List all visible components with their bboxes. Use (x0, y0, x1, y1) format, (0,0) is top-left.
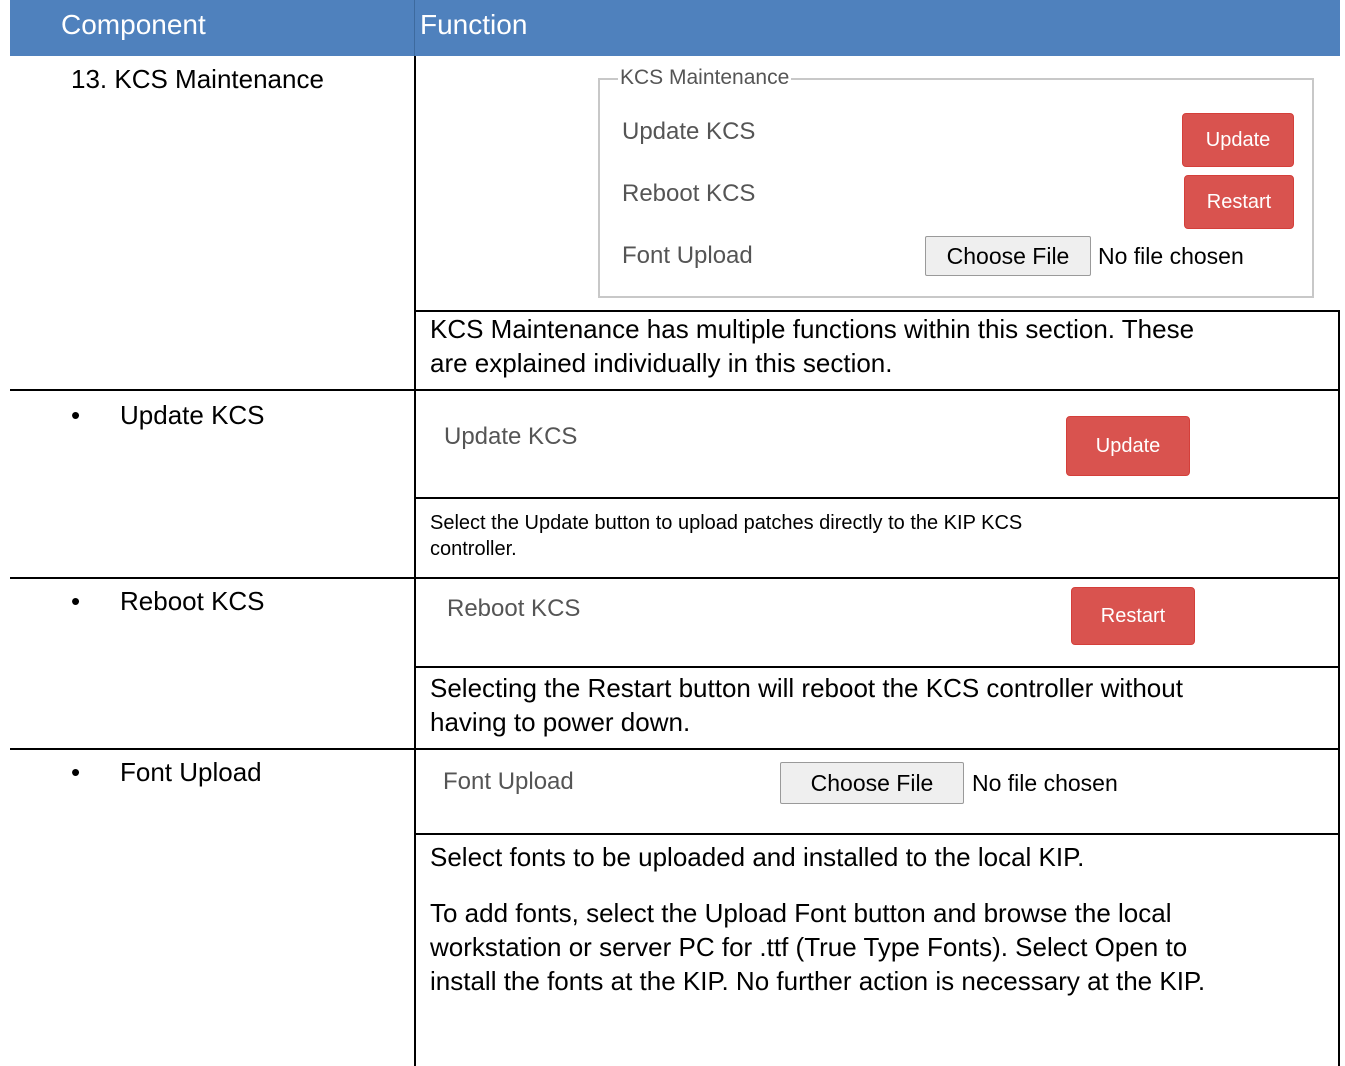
reboot-kcs-description: Selecting the Restart button will reboot… (430, 671, 1183, 739)
component-update-kcs: Update KCS (120, 400, 265, 430)
header-component: Component (61, 9, 206, 40)
description-line: workstation or server PC for .ttf (True … (430, 932, 1188, 962)
update-kcs-label: Update KCS (622, 118, 756, 145)
row-divider-3 (414, 497, 1340, 499)
bullet-update-kcs: • (71, 400, 81, 430)
description-line: Select the Update button to upload patch… (430, 512, 1023, 534)
component-font-upload: Font Upload (120, 757, 262, 787)
description-line: controller. (430, 538, 517, 560)
font-upload-description-1: Select fonts to be uploaded and installe… (430, 842, 1085, 872)
kcs-maintenance-description: KCS Maintenance has multiple functions w… (430, 312, 1194, 380)
row-divider-4 (10, 577, 1340, 579)
header-function: Function (420, 9, 528, 40)
font-upload-label: Font Upload (443, 768, 574, 795)
row-divider-2 (10, 389, 1340, 391)
reboot-kcs-label: Reboot KCS (447, 595, 581, 622)
description-line: are explained individually in this secti… (430, 348, 893, 378)
update-kcs-label: Update KCS (444, 423, 578, 450)
choose-file-button[interactable]: Choose File (925, 236, 1091, 276)
description-line: KCS Maintenance has multiple functions w… (430, 314, 1195, 344)
component-kcs-maintenance: 13. KCS Maintenance (71, 64, 324, 94)
fieldset-legend: KCS Maintenance (618, 66, 792, 90)
description-line: install the fonts at the KIP. No further… (430, 966, 1206, 996)
font-upload-description-2: To add fonts, select the Upload Font but… (430, 896, 1205, 998)
row-divider-6 (10, 748, 1340, 750)
description-line: Selecting the Restart button will reboot… (430, 673, 1183, 703)
bullet-reboot-kcs: • (71, 586, 81, 616)
update-kcs-description: Select the Update button to upload patch… (430, 510, 1022, 562)
row-divider-7 (414, 833, 1340, 835)
reboot-kcs-label: Reboot KCS (622, 180, 756, 207)
description-line: To add fonts, select the Upload Font but… (430, 898, 1172, 928)
file-status: No file chosen (972, 770, 1118, 796)
update-button[interactable]: Update (1182, 113, 1294, 167)
restart-button[interactable]: Restart (1071, 587, 1195, 645)
column-divider (414, 56, 416, 1066)
file-status: No file chosen (1098, 243, 1244, 269)
bullet-font-upload: • (71, 757, 81, 787)
description-line: having to power down. (430, 707, 691, 737)
row-divider-5 (414, 666, 1340, 668)
restart-button[interactable]: Restart (1184, 175, 1294, 229)
component-reboot-kcs: Reboot KCS (120, 586, 265, 616)
document-page: Component Function 13. KCS Maintenance K… (0, 0, 1345, 1066)
table-header (10, 0, 1340, 56)
header-divider (414, 0, 415, 56)
choose-file-button[interactable]: Choose File (780, 762, 964, 804)
right-border (1338, 310, 1340, 1066)
update-button[interactable]: Update (1066, 416, 1190, 476)
font-upload-label: Font Upload (622, 242, 753, 269)
